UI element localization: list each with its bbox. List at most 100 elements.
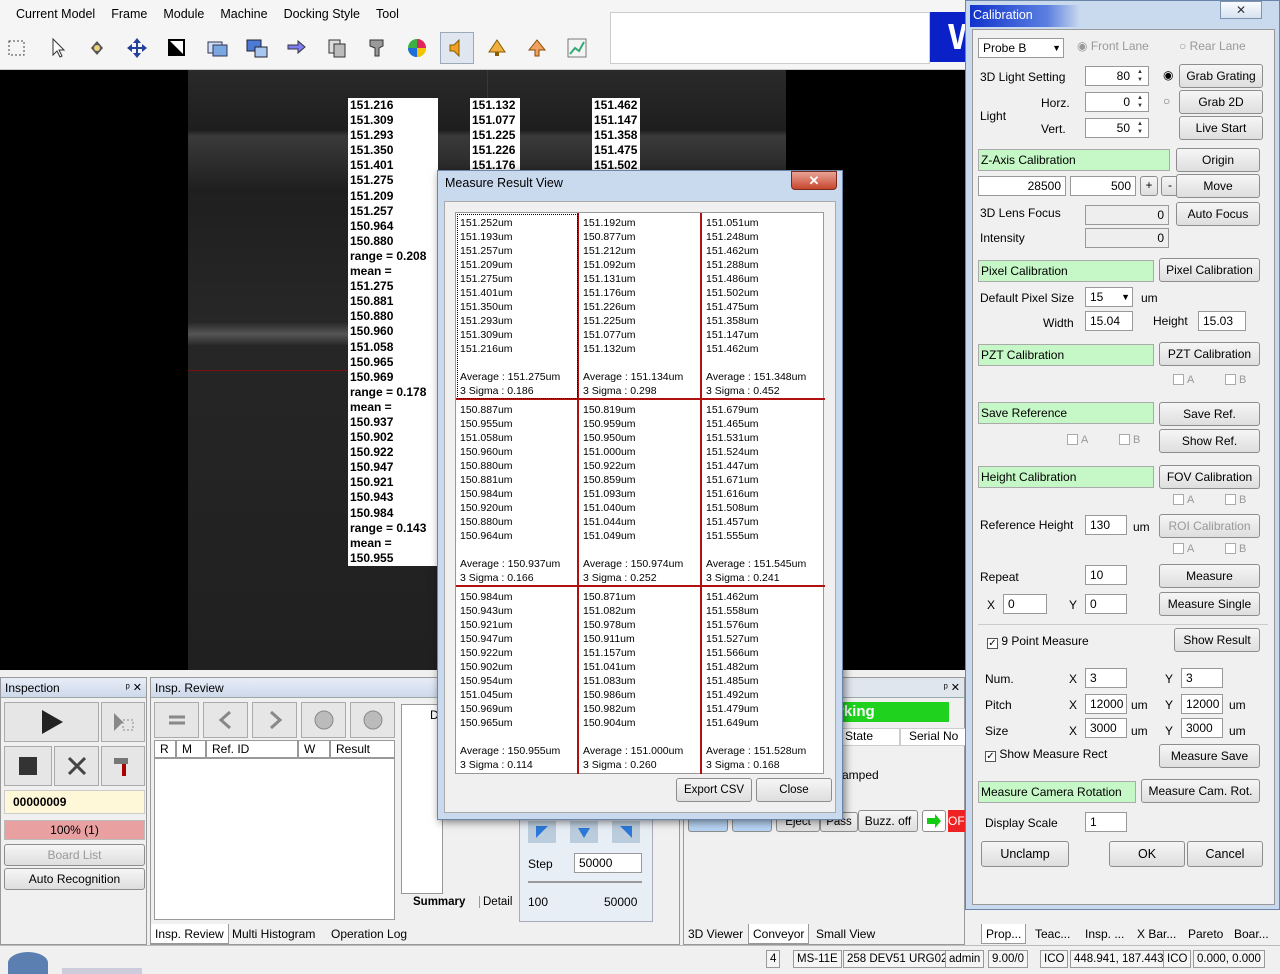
export-csv-button[interactable]: Export CSV xyxy=(676,778,752,802)
size-x-input[interactable]: 3000 xyxy=(1085,718,1127,738)
display-scale-input[interactable]: 1 xyxy=(1085,812,1127,832)
circle-button-2[interactable] xyxy=(350,702,395,738)
grab-grating-radio[interactable]: ◉ xyxy=(1163,68,1173,82)
col-result[interactable]: Result xyxy=(330,740,395,758)
pin-icon[interactable]: ᵖ ✕ xyxy=(944,678,960,698)
col-r[interactable]: R xyxy=(154,740,176,758)
jog-up-right-button[interactable] xyxy=(612,821,640,843)
save-ref-button[interactable]: Save Ref. xyxy=(1159,402,1260,426)
step-slider[interactable] xyxy=(528,881,642,883)
first-button[interactable] xyxy=(154,702,199,738)
z-input-2[interactable]: 500 xyxy=(1070,176,1136,196)
stop-button[interactable] xyxy=(4,746,52,786)
fov-b-checkbox[interactable]: B xyxy=(1225,494,1246,506)
taskbar-item[interactable] xyxy=(62,968,142,974)
move-icon[interactable] xyxy=(120,32,154,64)
roi-b-checkbox[interactable]: B xyxy=(1225,543,1246,555)
show-ref-button[interactable]: Show Ref. xyxy=(1159,429,1260,453)
tab-insp-review[interactable]: Insp. Review xyxy=(150,924,229,944)
tab-pareto[interactable]: Pareto xyxy=(1184,924,1227,944)
pzt-b-checkbox[interactable]: B xyxy=(1225,374,1246,386)
start-orb-icon[interactable] xyxy=(8,952,48,974)
ref-a-checkbox[interactable]: A xyxy=(1067,434,1088,446)
nine-point-checkbox[interactable]: ✓ 9 Point Measure xyxy=(987,634,1089,649)
tab-small-view[interactable]: Small View xyxy=(812,924,879,944)
pitch-y-input[interactable]: 12000 xyxy=(1181,694,1223,714)
origin-button[interactable]: Origin xyxy=(1176,148,1260,172)
size-y-input[interactable]: 3000 xyxy=(1181,718,1223,738)
buzz-off-button[interactable]: Buzz. off xyxy=(858,810,918,832)
front-lane-radio[interactable]: ◉ Front Lane xyxy=(1077,39,1149,53)
menu-frame[interactable]: Frame xyxy=(103,7,155,21)
plus-button[interactable]: + xyxy=(1140,176,1158,196)
roi-a-checkbox[interactable]: A xyxy=(1173,543,1194,555)
tab-3d-viewer[interactable]: 3D Viewer xyxy=(684,924,747,944)
stamp-icon[interactable] xyxy=(360,32,394,64)
grab-grating-button[interactable]: Grab Grating xyxy=(1179,64,1263,88)
measure-cam-rot-button[interactable]: Measure Cam. Rot. xyxy=(1141,779,1260,803)
cancel-button[interactable]: Cancel xyxy=(1187,841,1263,867)
tab-boar[interactable]: Boar... xyxy=(1230,924,1273,944)
x-input[interactable]: 0 xyxy=(1003,594,1047,614)
light-icon[interactable] xyxy=(480,32,514,64)
unclamp-button[interactable]: Unclamp xyxy=(981,841,1069,867)
grab-2d-button[interactable]: Grab 2D xyxy=(1179,90,1263,114)
tab-conveyor[interactable]: Conveyor xyxy=(748,924,810,944)
tab-teac[interactable]: Teac... xyxy=(1031,924,1074,944)
menu-tool[interactable]: Tool xyxy=(368,7,407,21)
fov-a-checkbox[interactable]: A xyxy=(1173,494,1194,506)
measure-single-button[interactable]: Measure Single xyxy=(1159,592,1260,616)
chart-icon[interactable] xyxy=(560,32,594,64)
tab-multi-histogram[interactable]: Multi Histogram xyxy=(228,924,319,944)
light2-icon[interactable] xyxy=(520,32,554,64)
fov-calibration-button[interactable]: FOV Calibration xyxy=(1159,465,1260,489)
close-icon[interactable]: ✕ xyxy=(791,171,837,190)
screens-icon[interactable] xyxy=(240,32,274,64)
review-list[interactable] xyxy=(154,758,395,920)
spin-icon[interactable]: ▲ ▼ xyxy=(1133,68,1147,84)
auto-focus-button[interactable]: Auto Focus xyxy=(1176,202,1260,226)
horz-input[interactable]: 0 ▲ ▼ xyxy=(1085,92,1149,112)
live-start-button[interactable]: Live Start xyxy=(1179,116,1263,140)
ref-b-checkbox[interactable]: B xyxy=(1119,434,1140,446)
measure-save-button[interactable]: Measure Save xyxy=(1159,744,1260,768)
width-input[interactable]: 15.04 xyxy=(1085,311,1133,331)
play-button[interactable] xyxy=(4,702,99,742)
y-input[interactable]: 0 xyxy=(1085,594,1127,614)
z-input-1[interactable]: 28500 xyxy=(978,176,1066,196)
menu-machine[interactable]: Machine xyxy=(212,7,275,21)
grab-2d-radio[interactable]: ○ xyxy=(1163,94,1170,108)
measure-button[interactable]: Measure xyxy=(1159,564,1260,588)
height-input[interactable]: 15.03 xyxy=(1198,311,1246,331)
ref-height-input[interactable]: 130 xyxy=(1085,515,1127,535)
copy-icon[interactable] xyxy=(320,32,354,64)
spin-icon[interactable]: ▲ ▼ xyxy=(1133,94,1147,110)
ok-button[interactable]: OK xyxy=(1109,841,1185,867)
swap-icon[interactable] xyxy=(280,32,314,64)
show-measure-rect-checkbox[interactable]: ✓ Show Measure Rect xyxy=(985,747,1107,762)
probe-select[interactable]: Probe B ▼ xyxy=(978,38,1064,58)
select-rect-icon[interactable] xyxy=(0,32,34,64)
menu-current-model[interactable]: Current Model xyxy=(8,7,103,21)
green-arrow-button[interactable] xyxy=(922,810,946,832)
pitch-x-input[interactable]: 12000 xyxy=(1085,694,1127,714)
tab-detail[interactable]: Detail xyxy=(479,896,512,908)
pzt-a-checkbox[interactable]: A xyxy=(1173,374,1194,386)
color-icon[interactable] xyxy=(400,32,434,64)
spin-icon[interactable]: ▲ ▼ xyxy=(1133,120,1147,136)
menu-module[interactable]: Module xyxy=(155,7,212,21)
tab-xbar[interactable]: X Bar... xyxy=(1133,924,1180,944)
light-setting-input[interactable]: 80 ▲ ▼ xyxy=(1085,66,1149,86)
repeat-input[interactable]: 10 xyxy=(1085,565,1127,585)
tab-prop[interactable]: Prop... xyxy=(981,924,1027,944)
default-pixel-select[interactable]: 15 ▼ xyxy=(1085,287,1133,307)
pixel-calibration-button[interactable]: Pixel Calibration xyxy=(1159,258,1260,282)
windows-icon[interactable] xyxy=(200,32,234,64)
show-result-button[interactable]: Show Result xyxy=(1174,628,1260,652)
move-button[interactable]: Move xyxy=(1176,174,1260,198)
col-m[interactable]: M xyxy=(176,740,206,758)
pan-icon[interactable] xyxy=(80,32,114,64)
col-ref-id[interactable]: Ref. ID xyxy=(206,740,298,758)
calibration-close-button[interactable]: ✕ xyxy=(1220,1,1262,19)
pointer-icon[interactable] xyxy=(40,32,74,64)
